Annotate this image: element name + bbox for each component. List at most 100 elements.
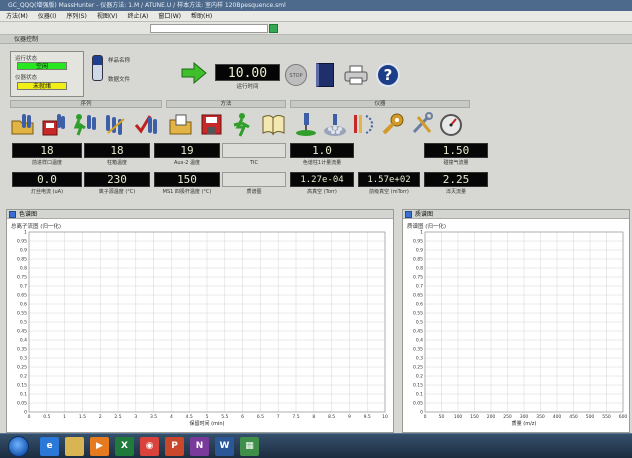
sequence-save-icon[interactable] [41,112,66,137]
spectrum-xtick-label: 450 [569,414,578,420]
instrument-control-panel: 仪器控制 运行状态 空闲 仪器状态 未就绪 样品名称 数据文件 10.00 运行… [0,35,632,433]
menu-instrument[interactable]: 仪器(I) [38,11,56,21]
start-button[interactable] [8,436,29,457]
menu-help[interactable]: 帮助(H) [191,11,212,21]
menu-method[interactable]: 方法(M) [6,11,28,21]
print-icon[interactable] [344,65,368,85]
menu-abort[interactable]: 终止(A) [128,11,149,21]
column-flow-label: 色谱柱1计量流量 [302,160,342,166]
collision-gas-flow-display: 1.50 [424,143,488,158]
spectrum-ytick-label: 0.9 [416,248,423,254]
masshunter-icon[interactable]: ▦ [240,437,259,456]
gauge-icon[interactable] [439,112,464,137]
powerpoint-icon[interactable]: P [165,437,184,456]
spectrum-ytick-label: 0.95 [413,239,423,245]
spectrum-panel-title: 质谱图 [415,211,434,218]
run-status-value: 空闲 [17,62,67,70]
chromatogram-ytick-label: 0.9 [20,248,27,254]
chromatogram-ytick-label: 0.1 [20,392,27,398]
spectrum-ytick-label: 0.65 [413,293,423,299]
spectrum-label: 质谱图 [246,189,262,195]
menu-sequence[interactable]: 序列(S) [66,11,87,21]
spectrum-ytick-label: 0.2 [416,374,423,380]
spectrum-ytick-label: 0.6 [416,302,423,308]
chromatogram-ytick-label: 0.95 [17,239,27,245]
folder-icon[interactable] [65,437,84,456]
instrument-status-label: 仪器状态 [15,75,38,81]
layout-select[interactable] [150,24,268,33]
chromatogram-plot[interactable]: 00.050.10.150.20.250.30.350.40.450.50.55… [7,228,393,432]
help-icon[interactable]: ? [376,63,400,87]
quench-flow-display: 2.25 [424,172,488,187]
aux2-temp-display: 19 [154,143,220,158]
sequence-group-header: 序列 [10,100,162,108]
collision-gas-flow-label: 碰撞气流量 [443,160,469,166]
spectrum-ytick-label: 0.4 [416,338,423,344]
gc-wrench-icon[interactable] [381,112,406,137]
sequence-run-icon[interactable] [72,112,97,137]
autosampler-icon[interactable] [294,112,319,137]
chromatogram-xtick-label: 7.5 [292,414,299,420]
chromatogram-ytick-label: 0.35 [17,347,27,353]
taskbar: e ▶ X ◉ P N W ▦ [0,433,632,458]
stop-button[interactable]: STOP [285,64,307,86]
chromatogram-panel-header: 色谱图 [7,210,393,219]
menu-window[interactable]: 窗口(W) [158,11,181,21]
chromatogram-ytick-label: 0.2 [20,374,27,380]
chrome-icon[interactable]: ◉ [140,437,159,456]
menu-view[interactable]: 视图(V) [97,11,118,21]
chart-icon [9,211,16,218]
vials-icon[interactable] [323,112,348,137]
window-title: GC_QQQ(增强版) MassHunter - 仪器方法: 1.M / ATU… [0,0,632,11]
spectrum-ytick-label: 1 [420,230,423,236]
chromatogram-xtick-label: 3 [134,414,137,420]
chromatogram-xtick-label: 2.5 [114,414,121,420]
spectrum-xtick-label: 150 [470,414,479,420]
sequence-check-icon[interactable] [134,112,159,137]
media-player-icon[interactable]: ▶ [90,437,109,456]
spectrum-plot[interactable]: 0 0.05 0.1 0.15 0.2 0.25 0.3 0.35 0.4 0.45 0.5 0.55… [403,228,629,432]
spectrum-ytick-label: 0.5 [416,320,423,326]
source-temp-label: 离子源温度 (°C) [98,189,136,195]
chromatogram-xtick-label: 9 [348,414,351,420]
method-open-icon[interactable] [168,112,193,137]
layout-go-button[interactable] [269,24,278,33]
chromatogram-ytick-label: 0.15 [17,383,27,389]
status-box: 运行状态 空闲 仪器状态 未就绪 [10,51,84,97]
quad-temp-display: 150 [154,172,220,187]
chart-icon [405,211,412,218]
chromatogram-ytick-label: 0.05 [17,401,27,407]
spectrum-ytick-label: 0.45 [413,329,423,335]
spectrum-ytick-label: 0.35 [413,347,423,353]
chromatogram-ytick-label: 0.75 [17,275,27,281]
source-temp-display: 230 [84,172,150,187]
spectrum-ytick-label: 0.1 [416,392,423,398]
chromatogram-xtick-label: 7 [277,414,280,420]
chromatogram-xtick-label: 3.5 [150,414,157,420]
chromatogram-ytick-label: 0.85 [17,257,27,263]
aux2-temp-label: Aux-2 温度 [173,160,201,166]
chromatogram-ytick-label: 0.3 [20,356,27,362]
sequence-open-icon[interactable] [10,112,35,137]
chromatogram-ytick-label: 0.45 [17,329,27,335]
run-arrow-icon[interactable] [181,62,207,84]
tic-display [222,143,286,158]
method-book-icon[interactable] [261,112,286,137]
quad-temp-label: MS1 四极杆温度 (°C) [162,189,212,195]
spectrum-ytick-label: 0.15 [413,383,423,389]
excel-icon[interactable]: X [115,437,134,456]
word-icon[interactable]: W [215,437,234,456]
logbook-icon[interactable] [316,63,334,87]
method-save-icon[interactable] [199,112,224,137]
ie-icon[interactable]: e [40,437,59,456]
tools-icon[interactable] [410,112,435,137]
onenote-icon[interactable]: N [190,437,209,456]
chromatogram-xtick-label: 8 [312,414,315,420]
sequence-edit-icon[interactable] [103,112,128,137]
method-run-icon[interactable] [230,112,255,137]
chromatogram-ytick-label: 0.4 [20,338,27,344]
ms-tune-icon[interactable] [352,112,377,137]
chromatogram-xtick-label: 0 [28,414,31,420]
sample-vial-icon [92,55,103,81]
method-group-header: 方法 [166,100,286,108]
